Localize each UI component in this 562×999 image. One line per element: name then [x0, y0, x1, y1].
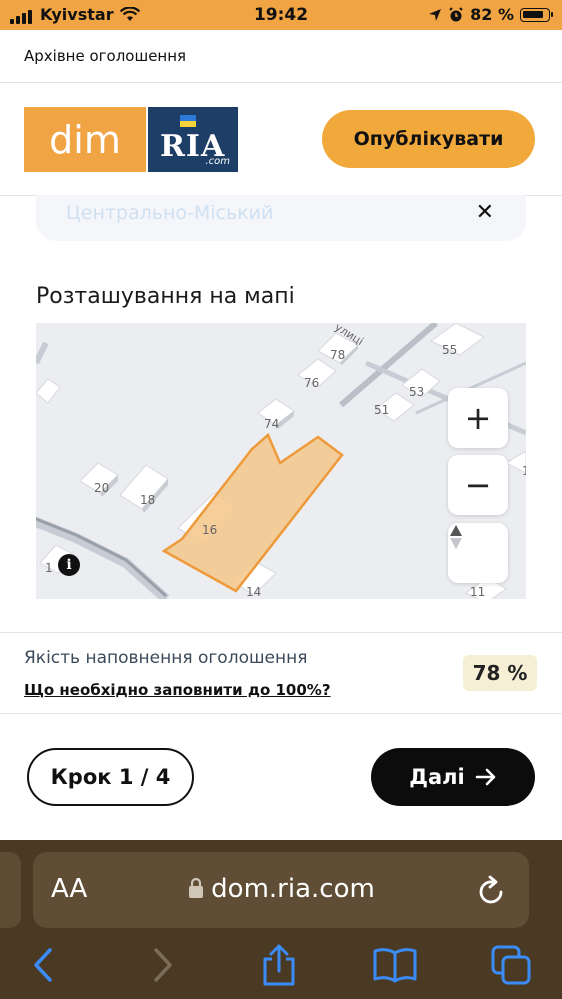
next-label: Далі	[409, 765, 465, 789]
map-info-button[interactable]: i	[58, 554, 80, 576]
chevron-left-icon	[34, 948, 52, 982]
previous-tab-preview[interactable]	[0, 852, 21, 928]
map-building-number: 16	[202, 523, 217, 537]
map-building-number: 78	[330, 348, 345, 362]
lock-icon	[189, 877, 204, 898]
share-button[interactable]	[254, 940, 304, 990]
next-button[interactable]: Далі	[371, 748, 535, 806]
location-map[interactable]: 78 55 76 53 51 74 1 20 18 16 1 14 11 ули…	[36, 323, 526, 599]
logo-ria-part: RIA .com	[148, 107, 238, 172]
map-section-label: Розташування на мапі	[36, 284, 295, 309]
map-building-number: 53	[409, 385, 424, 399]
address-bar[interactable]: AA dom.ria.com	[33, 852, 529, 928]
tabs-button[interactable]	[486, 940, 536, 990]
section-divider	[0, 632, 562, 633]
map-building-number: 14	[246, 585, 261, 599]
tabs-icon	[491, 945, 531, 985]
publish-button[interactable]: Опублікувати	[322, 110, 535, 168]
map-building-number: 76	[304, 376, 319, 390]
section-divider	[0, 713, 562, 714]
dim-ria-logo[interactable]: dim RIA .com	[24, 107, 238, 172]
map-building-number: 20	[94, 481, 109, 495]
back-button[interactable]	[18, 940, 68, 990]
quality-title: Якість наповнення оголошення	[24, 648, 308, 668]
map-building-number: 51	[374, 403, 389, 417]
compass-icon	[450, 525, 462, 549]
status-right: 82 %	[428, 5, 553, 24]
url-display[interactable]: dom.ria.com	[33, 874, 529, 904]
map-building-number: 11	[470, 585, 485, 599]
reload-icon[interactable]	[477, 874, 507, 908]
logo-com-text: .com	[205, 156, 230, 167]
battery-icon	[520, 7, 553, 22]
logo-dim-part: dim	[24, 107, 146, 172]
map-building-number: 74	[264, 417, 279, 431]
share-icon	[263, 944, 295, 986]
map-building-number: 1	[45, 561, 53, 575]
chevron-right-icon	[154, 948, 172, 982]
bookmarks-button[interactable]	[370, 940, 420, 990]
compass-button[interactable]	[448, 523, 508, 583]
district-field[interactable]: Центрально-Міський ✕	[36, 195, 526, 241]
close-icon[interactable]: ✕	[476, 200, 494, 225]
quality-help-link[interactable]: Що необхідно заповнити до 100%?	[24, 681, 331, 699]
page-title: Архівне оголошення	[24, 47, 187, 65]
battery-percent: 82 %	[470, 5, 514, 24]
url-text: dom.ria.com	[211, 874, 375, 904]
district-value: Центрально-Міський	[66, 202, 274, 224]
step-indicator: Крок 1 / 4	[27, 748, 194, 806]
zoom-out-button[interactable]: −	[448, 455, 508, 515]
forward-button[interactable]	[138, 940, 188, 990]
alarm-icon	[449, 6, 463, 21]
location-arrow-icon	[429, 8, 442, 21]
archive-bar: Архівне оголошення	[0, 30, 562, 83]
map-building-number: 1	[522, 464, 526, 478]
map-building-number: 55	[442, 343, 457, 357]
arrow-right-icon	[475, 768, 496, 786]
ukraine-flag-icon	[180, 115, 196, 127]
book-icon	[373, 948, 417, 983]
map-building-number: 18	[140, 493, 155, 507]
zoom-in-button[interactable]: +	[448, 388, 508, 448]
status-bar: Kyivstar 19:42 82 %	[0, 0, 562, 30]
quality-percent-badge: 78 %	[463, 655, 537, 691]
